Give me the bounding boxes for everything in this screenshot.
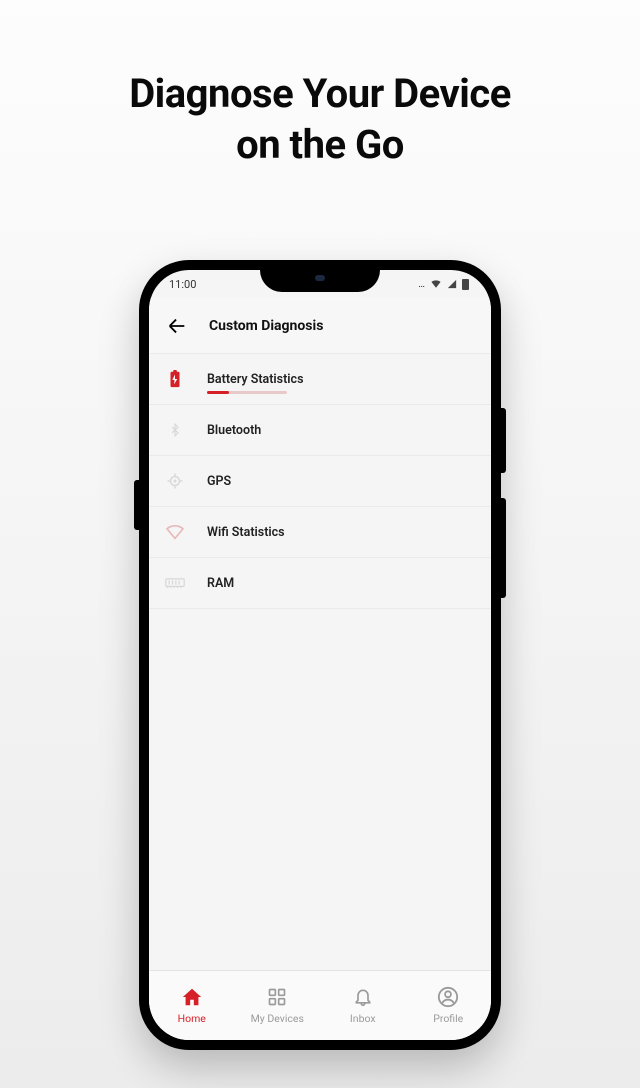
wifi-status-icon — [430, 279, 442, 289]
nav-label: Home — [178, 1012, 206, 1025]
home-icon — [181, 986, 203, 1008]
item-label: Wifi Statistics — [207, 525, 285, 540]
app-header: Custom Diagnosis — [149, 298, 491, 354]
phone-mockup: 11:00 … Custom Diagnosis — [139, 260, 501, 1050]
nav-label: My Devices — [251, 1012, 304, 1025]
ram-icon — [165, 573, 185, 593]
gps-icon — [165, 471, 185, 491]
back-arrow-icon — [166, 315, 188, 337]
bluetooth-icon — [165, 420, 185, 440]
nav-home[interactable]: Home — [149, 971, 235, 1040]
back-button[interactable] — [163, 312, 191, 340]
list-item-battery[interactable]: Battery Statistics — [149, 354, 491, 405]
list-item-bluetooth[interactable]: Bluetooth — [149, 405, 491, 456]
diagnosis-list: Battery Statistics Bluetooth GPS — [149, 354, 491, 609]
header-title: Custom Diagnosis — [209, 318, 323, 334]
item-label: Bluetooth — [207, 423, 261, 438]
heading-line1: Diagnose Your Device — [129, 70, 511, 117]
wifi-icon — [165, 522, 185, 542]
nav-label: Profile — [433, 1012, 463, 1025]
phone-screen: 11:00 … Custom Diagnosis — [149, 270, 491, 1040]
list-item-gps[interactable]: GPS — [149, 456, 491, 507]
nav-label: Inbox — [350, 1012, 376, 1025]
item-label: RAM — [207, 576, 234, 591]
battery-icon — [165, 369, 185, 389]
battery-status-icon — [462, 279, 469, 290]
nav-profile[interactable]: Profile — [406, 971, 492, 1040]
item-label: GPS — [207, 474, 231, 489]
bottom-nav: Home My Devices Inbox — [149, 970, 491, 1040]
status-time: 11:00 — [169, 278, 196, 291]
status-icons: … — [418, 279, 469, 290]
devices-icon — [266, 986, 288, 1008]
phone-notch — [260, 270, 380, 292]
nav-inbox[interactable]: Inbox — [320, 971, 406, 1040]
progress-fill — [207, 391, 229, 394]
marketing-heading: Diagnose Your Device on the Go — [0, 0, 640, 170]
item-label: Battery Statistics — [207, 372, 304, 387]
profile-icon — [437, 986, 459, 1008]
progress-bar — [207, 391, 287, 394]
bell-icon — [352, 986, 374, 1008]
list-item-ram[interactable]: RAM — [149, 558, 491, 609]
nav-devices[interactable]: My Devices — [235, 971, 321, 1040]
heading-line2: on the Go — [236, 121, 404, 168]
signal-icon — [446, 279, 458, 289]
list-item-wifi[interactable]: Wifi Statistics — [149, 507, 491, 558]
more-icon: … — [418, 279, 426, 290]
